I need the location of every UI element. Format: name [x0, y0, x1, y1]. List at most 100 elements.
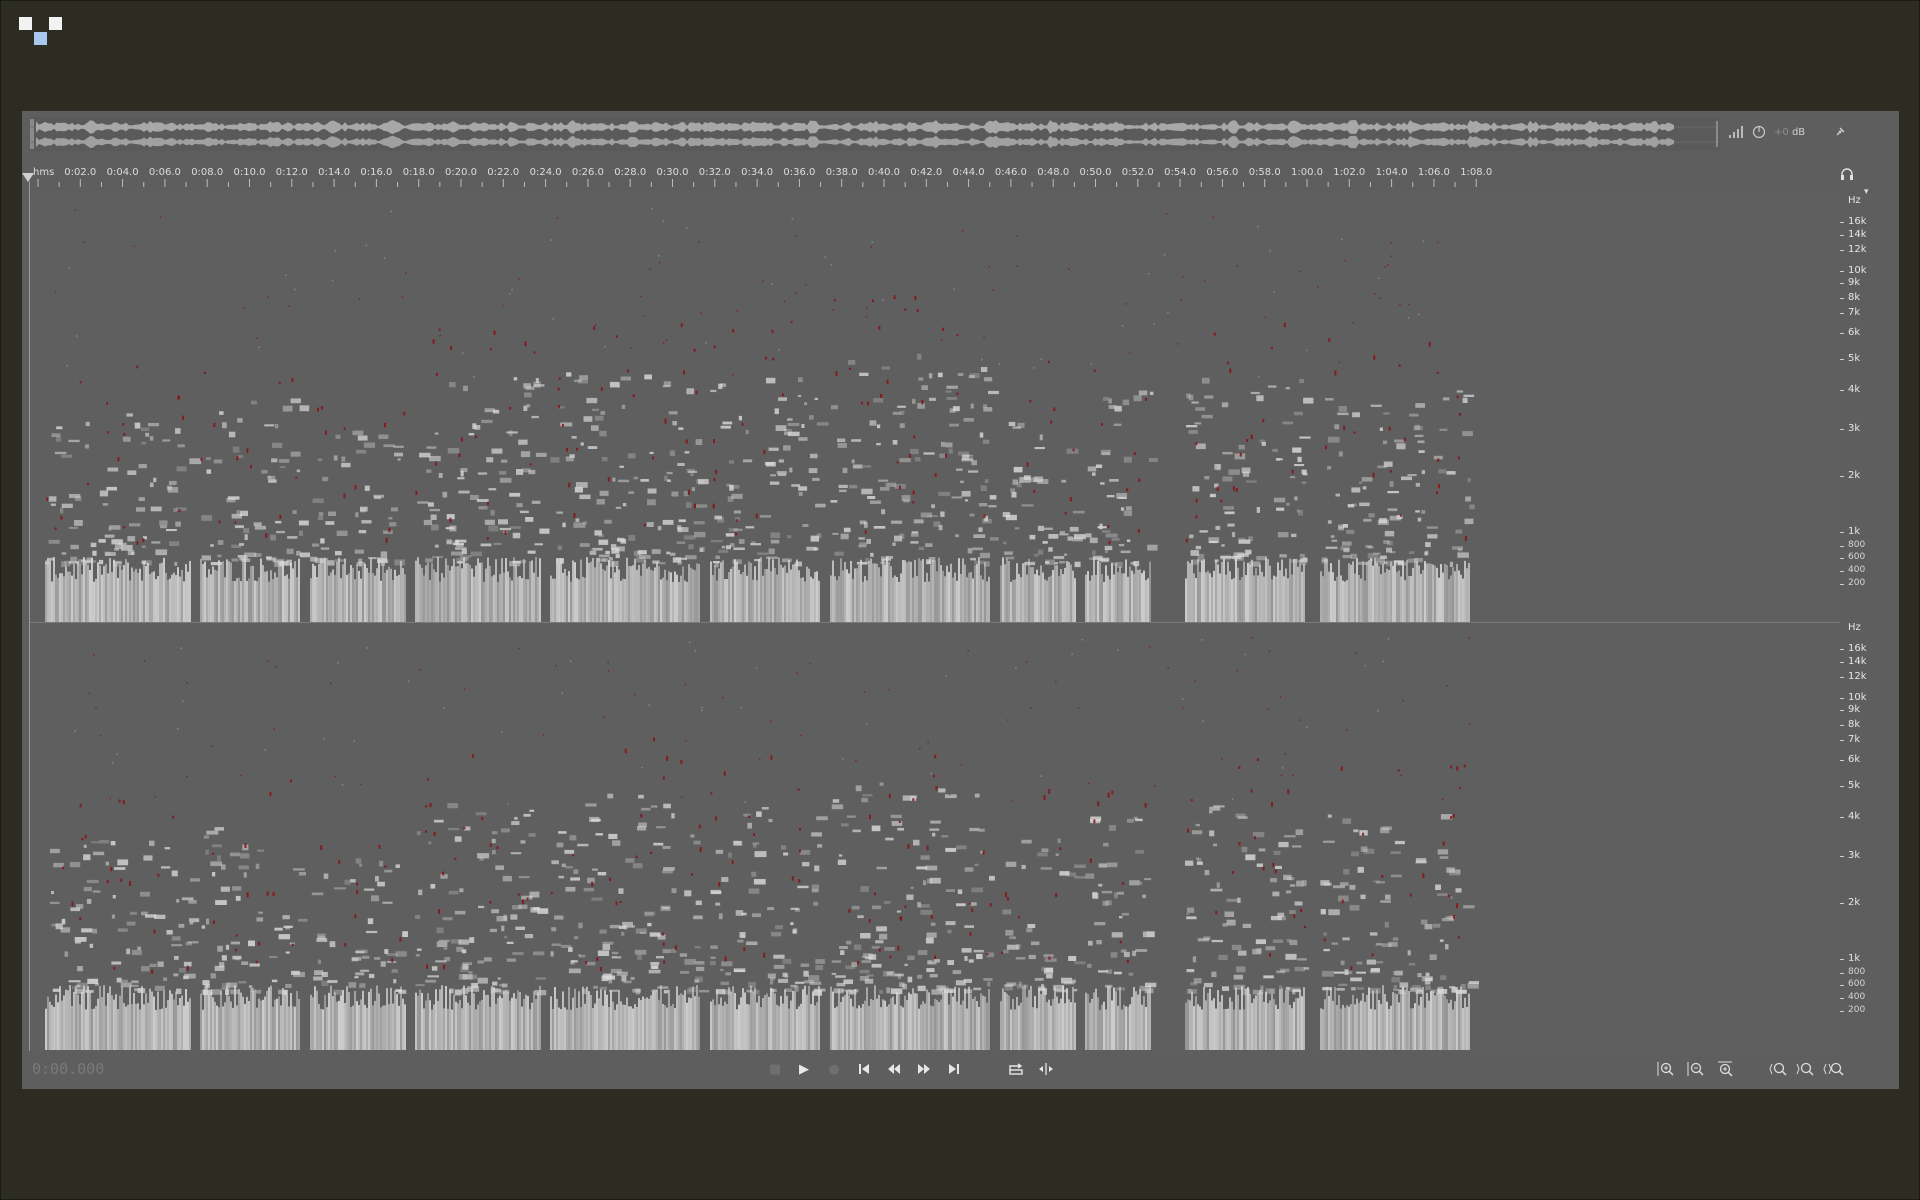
zoom-out-time-icon[interactable] — [1684, 1058, 1708, 1080]
frequency-label: 16k — [1848, 643, 1867, 654]
ruler-tick-label: 0:24.0 — [530, 167, 562, 178]
gain-unit: dB — [1791, 126, 1806, 138]
frequency-label: 200 — [1848, 1005, 1866, 1015]
fast-forward-icon[interactable] — [913, 1058, 935, 1080]
ruler-unit-label: hms — [33, 167, 54, 178]
frequency-label: 16k — [1848, 216, 1867, 227]
headphones-icon[interactable] — [1840, 167, 1858, 183]
frequency-label: 400 — [1848, 565, 1866, 575]
ruler-tick-label: 0:34.0 — [741, 167, 773, 178]
scrub-icon[interactable] — [1035, 1058, 1057, 1080]
frequency-label: 3k — [1848, 423, 1861, 434]
frequency-label: 14k — [1848, 229, 1867, 240]
frequency-label: 9k — [1848, 704, 1861, 715]
zoom-out-frequency-icon[interactable] — [1794, 1058, 1818, 1080]
playhead-cursor[interactable] — [29, 181, 30, 1051]
ruler-tick-label: 0:02.0 — [64, 167, 96, 178]
overview-toolbar: +0 dB — [1728, 121, 1847, 143]
ruler-tick-label: 0:52.0 — [1122, 167, 1154, 178]
ruler-tick-label: 0:44.0 — [953, 167, 985, 178]
skip-to-start-icon[interactable] — [853, 1058, 875, 1080]
frequency-label: 2k — [1848, 470, 1861, 481]
stop-icon[interactable]: ■ — [764, 1058, 786, 1080]
frequency-label: 2k — [1848, 897, 1861, 908]
frequency-label: 9k — [1848, 277, 1861, 288]
record-icon[interactable]: ● — [823, 1058, 845, 1080]
spectral-editor-panel: +0 dB hms 0:02.0 0:04.0 0:06.0 0:08.0 0:10.0… — [22, 111, 1899, 1089]
zoom-full-icon[interactable] — [1713, 1058, 1737, 1080]
frequency-label: 14k — [1848, 656, 1867, 667]
timecode-display[interactable]: 0:00.000 — [32, 1060, 104, 1078]
frequency-label: 6k — [1848, 327, 1861, 338]
ruler-tick-label: 1:08.0 — [1460, 167, 1492, 178]
ruler-tick-label: 0:50.0 — [1080, 167, 1112, 178]
frequency-label: 200 — [1848, 578, 1866, 588]
ruler-tick-label: 0:04.0 — [107, 167, 139, 178]
ruler-tick-label: 0:40.0 — [868, 167, 900, 178]
zoom-fit-icon[interactable] — [1822, 1058, 1846, 1080]
spectrogram-channel-right[interactable] — [30, 623, 1840, 1050]
pin-icon[interactable] — [1833, 124, 1847, 140]
ruler-tick-label: 0:10.0 — [234, 167, 266, 178]
ruler-tick-label: 0:32.0 — [699, 167, 731, 178]
rewind-icon[interactable] — [883, 1058, 905, 1080]
level-meter-icon[interactable] — [1728, 124, 1744, 140]
ruler-tick-label: 0:18.0 — [403, 167, 435, 178]
gain-number: +0 — [1774, 126, 1789, 138]
ruler-tick-label: 1:04.0 — [1376, 167, 1408, 178]
frequency-unit-label: Hz — [1848, 622, 1861, 633]
ruler-tick-label: 0:36.0 — [783, 167, 815, 178]
spectrogram-channel-left[interactable] — [30, 196, 1840, 622]
ruler-tick-label: 1:06.0 — [1418, 167, 1450, 178]
ruler-tick-label: 0:14.0 — [318, 167, 350, 178]
frequency-label: 5k — [1848, 780, 1861, 791]
ruler-tick-label: 1:02.0 — [1333, 167, 1365, 178]
ruler-tick-label: 0:22.0 — [487, 167, 519, 178]
frequency-label: 3k — [1848, 850, 1861, 861]
frequency-label: 10k — [1848, 265, 1867, 276]
ruler-tick-label: 0:58.0 — [1249, 167, 1281, 178]
transport-bar: 0:00.000 ■ ▶ ● — [22, 1054, 1899, 1084]
frequency-label: 7k — [1848, 307, 1861, 318]
frequency-label: 400 — [1848, 992, 1866, 1002]
app-window: +0 dB hms 0:02.0 0:04.0 0:06.0 0:08.0 0:10.0… — [0, 0, 1920, 1200]
skip-to-end-icon[interactable] — [943, 1058, 965, 1080]
frequency-scale-left: Hz 16k 14k 12k 10k 9k 8k 7k 6k 5k 4k 3k 2k 1k 800 600 4… — [1840, 195, 1890, 621]
frequency-label: 5k — [1848, 353, 1861, 364]
ruler-tick-label: 0:26.0 — [572, 167, 604, 178]
frequency-label: 6k — [1848, 754, 1861, 765]
frequency-label: 600 — [1848, 552, 1866, 562]
time-ruler[interactable]: hms 0:02.0 0:04.0 0:06.0 0:08.0 0:10.0 0:12.0… — [30, 165, 1850, 189]
frequency-label: 800 — [1848, 540, 1866, 550]
frequency-label: 8k — [1848, 292, 1861, 303]
ruler-tick-label: 0:56.0 — [1206, 167, 1238, 178]
ruler-tick-label: 0:42.0 — [910, 167, 942, 178]
loop-icon[interactable] — [1005, 1058, 1027, 1080]
frequency-label: 4k — [1848, 811, 1861, 822]
frequency-label: 600 — [1848, 979, 1866, 989]
ruler-tick-label: 0:08.0 — [191, 167, 223, 178]
playhead-marker[interactable] — [22, 173, 34, 182]
frequency-label: 4k — [1848, 384, 1861, 395]
display-menu-arrow-icon[interactable]: ▾ — [1864, 187, 1869, 197]
ruler-tick-label: 0:20.0 — [445, 167, 477, 178]
ruler-tick-label: 0:12.0 — [276, 167, 308, 178]
zoom-in-time-icon[interactable] — [1654, 1058, 1678, 1080]
frequency-scale-right: Hz 16k 14k 12k 10k 9k 8k 7k 6k 5k 4k 3k 2k 1k 800 600 4… — [1840, 622, 1890, 1048]
pan-knob-icon[interactable] — [1752, 124, 1766, 140]
frequency-label: 7k — [1848, 734, 1861, 745]
frequency-label: 8k — [1848, 719, 1861, 730]
frequency-label: 12k — [1848, 671, 1867, 682]
overview-waveform[interactable] — [30, 117, 1720, 151]
frequency-label: 1k — [1848, 953, 1861, 964]
frequency-label: 800 — [1848, 967, 1866, 977]
frequency-label: 1k — [1848, 526, 1861, 537]
ruler-tick-label: 1:00.0 — [1291, 167, 1323, 178]
ruler-tick-label: 0:38.0 — [826, 167, 858, 178]
frequency-unit-label: Hz — [1848, 195, 1861, 206]
play-icon[interactable]: ▶ — [793, 1058, 815, 1080]
gain-value[interactable]: +0 dB — [1774, 127, 1805, 138]
zoom-in-frequency-icon[interactable] — [1767, 1058, 1791, 1080]
ruler-tick-label: 0:48.0 — [1037, 167, 1069, 178]
ruler-tick-label: 0:46.0 — [995, 167, 1027, 178]
